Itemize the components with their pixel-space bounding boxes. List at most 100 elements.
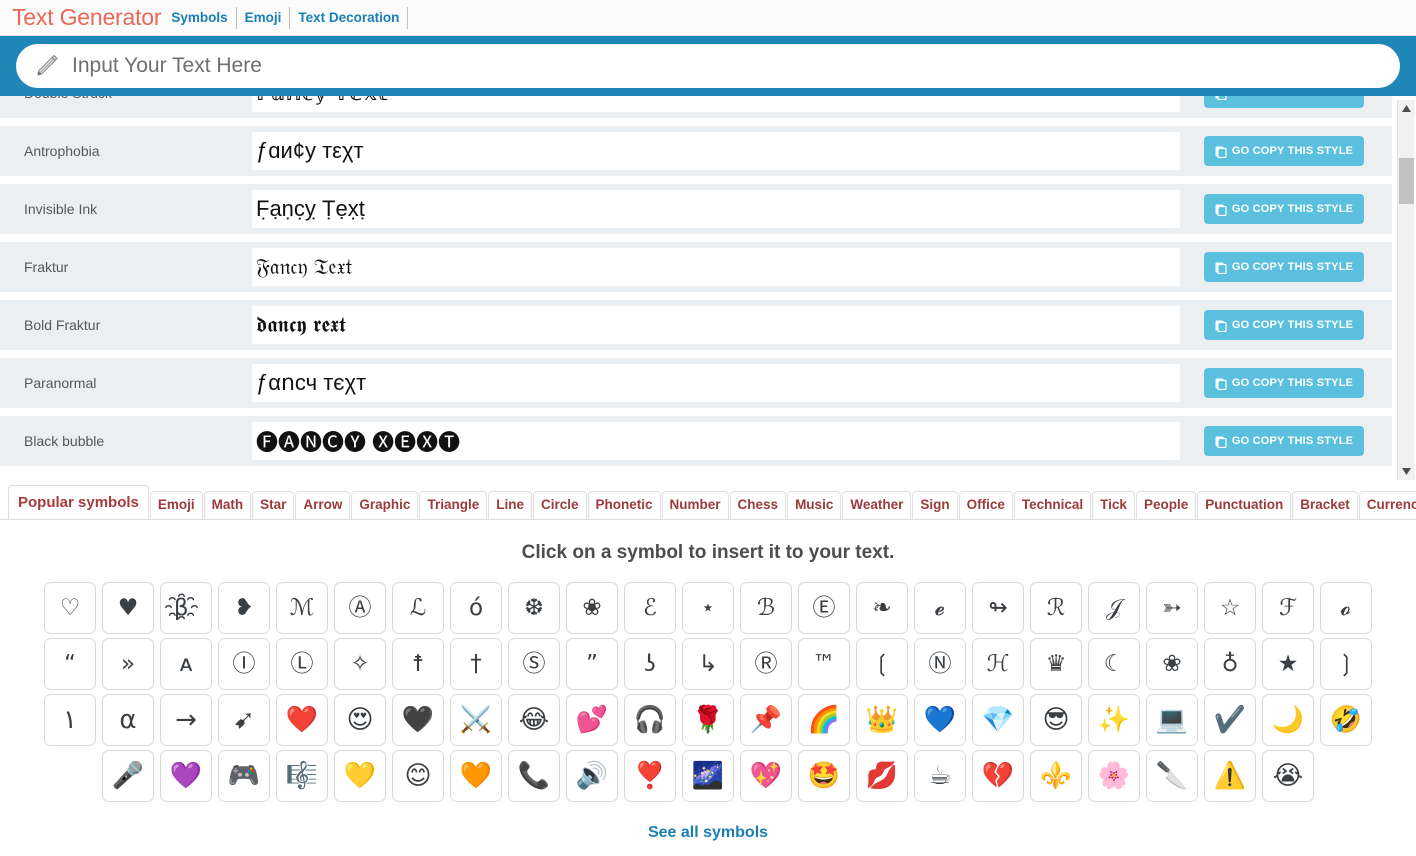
symbol-cell[interactable]: ➹ bbox=[218, 694, 270, 746]
symbol-cell[interactable]: 🤩 bbox=[798, 750, 850, 802]
symbol-cell[interactable]: 🔊 bbox=[566, 750, 618, 802]
symbol-cell[interactable]: 💙 bbox=[914, 694, 966, 746]
symbol-cell[interactable]: ℛ bbox=[1030, 582, 1082, 634]
copy-style-button[interactable]: GO COPY THIS STYLE bbox=[1204, 136, 1364, 166]
symbol-cell[interactable]: 📞 bbox=[508, 750, 560, 802]
symbol-cell[interactable]: ♁ bbox=[1204, 638, 1256, 690]
symbol-cell[interactable]: ♥ bbox=[102, 582, 154, 634]
symbol-cell[interactable]: ♛ bbox=[1030, 638, 1082, 690]
symbol-cell[interactable]: 🔪 bbox=[1146, 750, 1198, 802]
style-preview[interactable]: 𝔽𝕒𝕟𝕔𝕪 𝕋𝕖𝕩𝕥 bbox=[252, 96, 1180, 112]
symbol-cell[interactable]: α bbox=[102, 694, 154, 746]
style-preview[interactable]: 𝖉𝖆𝖓𝖈𝖞 𝖗𝖊𝖝𝖙 bbox=[252, 306, 1180, 344]
symbol-cell[interactable]: ” bbox=[566, 638, 618, 690]
symbol-cell[interactable]: 💎 bbox=[972, 694, 1024, 746]
symbol-cell[interactable]: ❀ bbox=[566, 582, 618, 634]
symbol-cell[interactable]: 😊 bbox=[392, 750, 444, 802]
symbol-cell[interactable]: ✨ bbox=[1088, 694, 1140, 746]
tab-arrow[interactable]: Arrow bbox=[295, 491, 351, 519]
symbol-cell[interactable]: 🤣 bbox=[1320, 694, 1372, 746]
tab-circle[interactable]: Circle bbox=[532, 491, 587, 519]
symbol-cell[interactable]: 💛 bbox=[334, 750, 386, 802]
nav-link-text-decoration[interactable]: Text Decoration bbox=[290, 6, 409, 29]
symbol-cell[interactable]: † bbox=[450, 638, 502, 690]
tab-currency[interactable]: Currency bbox=[1358, 491, 1416, 519]
scrollbar-thumb[interactable] bbox=[1399, 158, 1414, 204]
symbol-cell[interactable]: ❣️ bbox=[624, 750, 676, 802]
symbol-cell[interactable]: ☆ bbox=[1204, 582, 1256, 634]
symbol-cell[interactable]: 💻 bbox=[1146, 694, 1198, 746]
tab-number[interactable]: Number bbox=[661, 491, 729, 519]
symbol-cell[interactable]: 🌸 bbox=[1088, 750, 1140, 802]
symbol-cell[interactable]: ⚜️ bbox=[1030, 750, 1082, 802]
tab-technical[interactable]: Technical bbox=[1013, 491, 1092, 519]
style-preview[interactable]: F̣ạṇc̣ỵ Ṭẹx̣ṭ bbox=[252, 190, 1180, 228]
style-list-scrollbar[interactable] bbox=[1397, 100, 1415, 480]
symbol-cell[interactable]: 😂 bbox=[508, 694, 560, 746]
symbol-cell[interactable]: ℰ bbox=[624, 582, 676, 634]
symbol-cell[interactable]: ☕ bbox=[914, 750, 966, 802]
symbol-cell[interactable]: ✧ bbox=[334, 638, 386, 690]
tab-people[interactable]: People bbox=[1135, 491, 1197, 519]
nav-link-symbols[interactable]: Symbols bbox=[171, 6, 237, 29]
symbol-cell[interactable]: ★ bbox=[1262, 638, 1314, 690]
symbol-cell[interactable]: 🎮 bbox=[218, 750, 270, 802]
symbol-cell[interactable]: ❆ bbox=[508, 582, 560, 634]
symbol-cell[interactable]: ⋆ bbox=[682, 582, 734, 634]
tab-sign[interactable]: Sign bbox=[912, 491, 958, 519]
text-input-wrapper[interactable] bbox=[16, 44, 1400, 88]
symbol-cell[interactable]: ❲ bbox=[856, 638, 908, 690]
symbol-cell[interactable]: ❧ bbox=[856, 582, 908, 634]
symbol-cell[interactable]: ʖ bbox=[624, 638, 676, 690]
symbol-cell[interactable]: 💜 bbox=[160, 750, 212, 802]
symbol-cell[interactable]: 💕 bbox=[566, 694, 618, 746]
symbol-cell[interactable]: 😎 bbox=[1030, 694, 1082, 746]
symbol-cell[interactable]: 💔 bbox=[972, 750, 1024, 802]
symbol-cell[interactable]: ↳ bbox=[682, 638, 734, 690]
symbol-cell[interactable]: 𝓸 bbox=[1320, 582, 1372, 634]
style-preview[interactable]: ƒɑи¢у тεχт bbox=[252, 132, 1180, 170]
style-preview[interactable]: 𝔉𝔞𝔫𝔠𝔶 𝔗𝔢𝔵𝔱 bbox=[252, 248, 1180, 286]
symbol-cell[interactable]: » bbox=[102, 638, 154, 690]
tab-emoji[interactable]: Emoji bbox=[149, 491, 203, 519]
symbol-cell[interactable]: Ⓐ bbox=[334, 582, 386, 634]
symbol-cell[interactable]: ό bbox=[450, 582, 502, 634]
symbol-cell[interactable]: 📌 bbox=[740, 694, 792, 746]
tab-phonetic[interactable]: Phonetic bbox=[587, 491, 661, 519]
symbol-cell[interactable]: ℋ bbox=[972, 638, 1024, 690]
symbol-cell[interactable]: 𝓮 bbox=[914, 582, 966, 634]
symbol-cell[interactable]: ١ bbox=[44, 694, 96, 746]
symbol-cell[interactable]: 𝒥 bbox=[1088, 582, 1140, 634]
symbol-cell[interactable]: ☨ bbox=[392, 638, 444, 690]
nav-link-emoji[interactable]: Emoji bbox=[237, 6, 291, 29]
style-preview[interactable]: ƒαոсч тєχт bbox=[252, 364, 1180, 402]
symbol-cell[interactable]: ➳ bbox=[1146, 582, 1198, 634]
symbol-cell[interactable]: “ bbox=[44, 638, 96, 690]
tab-office[interactable]: Office bbox=[958, 491, 1013, 519]
copy-style-button[interactable]: GO COPY THIS STYLE bbox=[1204, 252, 1364, 282]
scroll-down-arrow-icon[interactable] bbox=[1398, 463, 1415, 480]
symbol-cell[interactable]: 🎼 bbox=[276, 750, 328, 802]
symbol-cell[interactable]: ℳ bbox=[276, 582, 328, 634]
symbol-cell[interactable]: 🌈 bbox=[798, 694, 850, 746]
copy-style-button[interactable]: GO COPY THIS STYLE bbox=[1204, 96, 1364, 108]
symbol-cell[interactable]: 🌌 bbox=[682, 750, 734, 802]
tab-music[interactable]: Music bbox=[787, 491, 842, 519]
symbol-cell[interactable]: 🧡 bbox=[450, 750, 502, 802]
symbol-cell[interactable]: ♡ bbox=[44, 582, 96, 634]
symbol-cell[interactable]: Ⓔ bbox=[798, 582, 850, 634]
copy-style-button[interactable]: GO COPY THIS STYLE bbox=[1204, 310, 1364, 340]
symbol-cell[interactable]: 🖤 bbox=[392, 694, 444, 746]
symbol-cell[interactable]: ✔️ bbox=[1204, 694, 1256, 746]
symbol-cell[interactable]: 😍 bbox=[334, 694, 386, 746]
symbol-cell[interactable]: ☾ bbox=[1088, 638, 1140, 690]
copy-style-button[interactable]: GO COPY THIS STYLE bbox=[1204, 194, 1364, 224]
symbol-cell[interactable]: 🌙 bbox=[1262, 694, 1314, 746]
symbol-cell[interactable]: ❳ bbox=[1320, 638, 1372, 690]
symbol-cell[interactable]: ❥ bbox=[218, 582, 270, 634]
symbol-cell[interactable]: 👑 bbox=[856, 694, 908, 746]
symbol-cell[interactable]: Ⓢ bbox=[508, 638, 560, 690]
scroll-up-arrow-icon[interactable] bbox=[1398, 100, 1415, 117]
copy-style-button[interactable]: GO COPY THIS STYLE bbox=[1204, 368, 1364, 398]
see-all-symbols-link[interactable]: See all symbols bbox=[0, 824, 1416, 842]
